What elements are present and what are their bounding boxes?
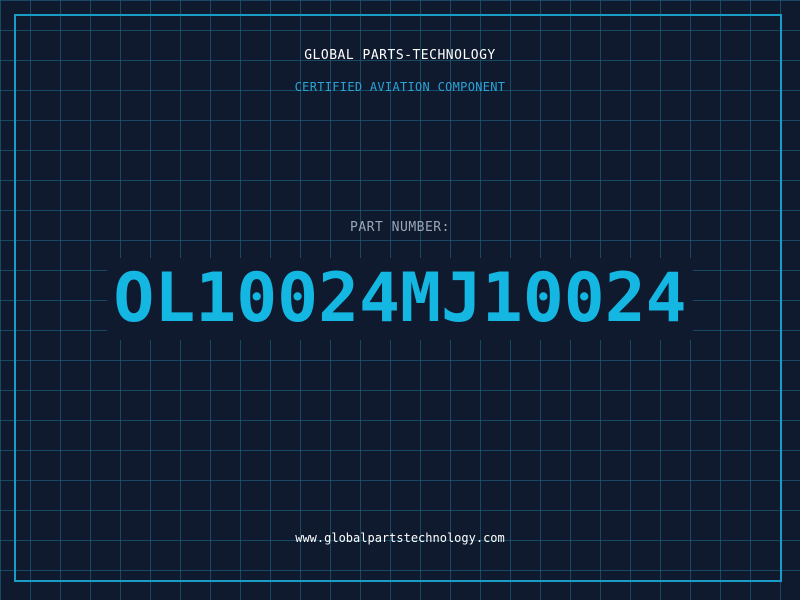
part-number-container: OL10024MJ10024 [0,258,800,340]
company-name: GLOBAL PARTS-TECHNOLOGY [304,48,496,63]
part-label-card: GLOBAL PARTS-TECHNOLOGY CERTIFIED AVIATI… [0,0,800,600]
part-number-value: OL10024MJ10024 [107,258,693,340]
certification-tagline: CERTIFIED AVIATION COMPONENT [294,80,506,94]
part-number-label: PART NUMBER: [350,220,450,235]
website-url: www.globalpartstechnology.com [295,531,505,545]
